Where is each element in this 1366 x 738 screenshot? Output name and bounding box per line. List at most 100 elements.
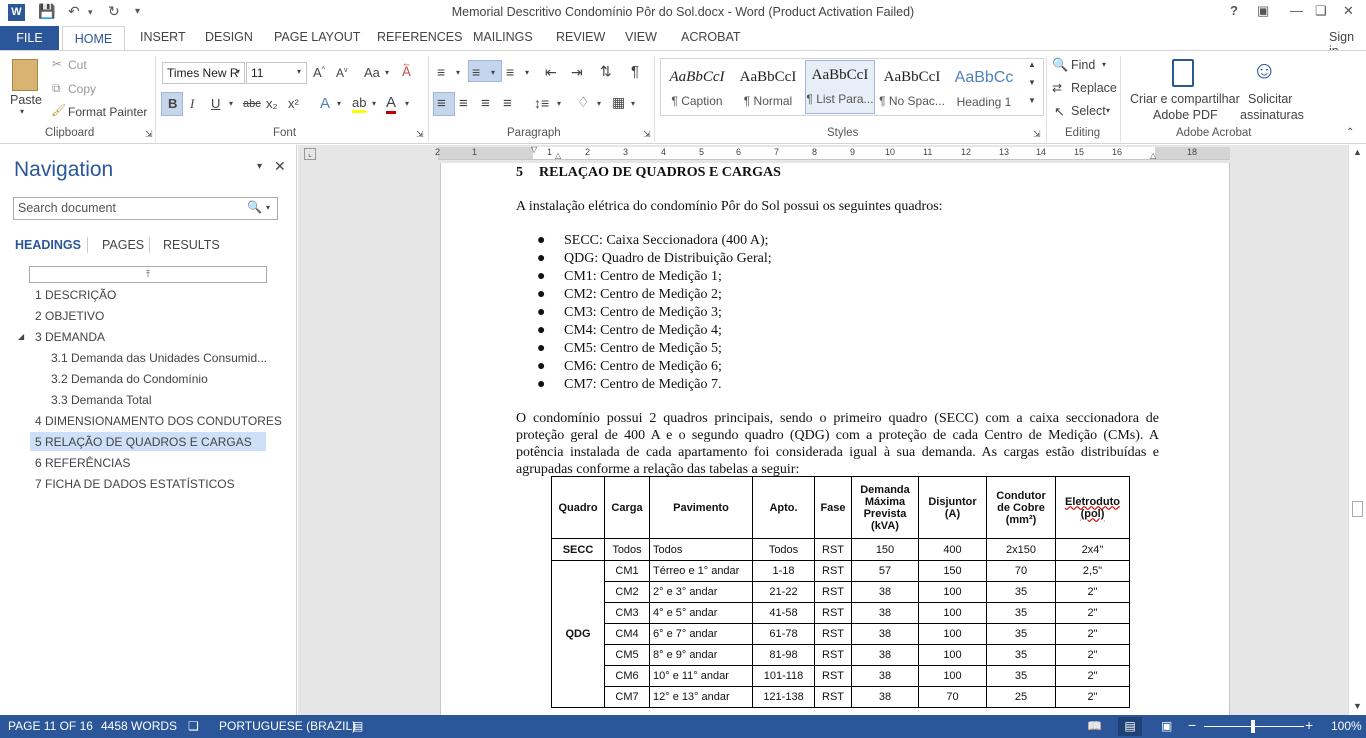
heading-item[interactable]: 3.3 Demanda Total: [51, 393, 152, 407]
first-line-indent-marker[interactable]: ▽: [531, 145, 537, 154]
strikethrough-button[interactable]: abc: [243, 98, 261, 110]
heading-item-selected[interactable]: 5 RELAÇÃO DE QUADROS E CARGAS: [35, 435, 252, 449]
increase-indent-icon[interactable]: ⇥: [571, 64, 583, 81]
text-effects-icon[interactable]: A: [320, 95, 330, 112]
style-normal[interactable]: AaBbCcI ¶ Normal: [733, 63, 803, 113]
styles-scroll-down-icon[interactable]: ▼: [1028, 78, 1036, 87]
show-formatting-button[interactable]: ¶: [631, 63, 639, 80]
proofing-icon[interactable]: ❏: [188, 719, 199, 733]
paste-button[interactable]: Paste: [10, 93, 42, 107]
zoom-in-button[interactable]: +: [1305, 717, 1313, 733]
line-spacing-icon[interactable]: ↕≡: [534, 95, 549, 111]
font-color-dropdown-icon[interactable]: ▾: [405, 99, 409, 108]
subscript-button[interactable]: x₂: [266, 96, 278, 111]
line-spacing-dropdown-icon[interactable]: ▾: [557, 99, 561, 108]
tab-results[interactable]: RESULTS: [163, 238, 220, 252]
format-painter-icon[interactable]: 🖌: [51, 103, 66, 117]
heading-item[interactable]: 3 DEMANDA: [35, 330, 105, 344]
heading-item[interactable]: 6 REFERÊNCIAS: [35, 456, 130, 470]
minimize-button[interactable]: —: [1290, 3, 1303, 18]
find-dropdown-icon[interactable]: ▾: [1102, 60, 1106, 69]
justify-icon[interactable]: ≡: [503, 95, 512, 112]
numbering-icon[interactable]: ≡: [472, 64, 480, 80]
text-effects-dropdown-icon[interactable]: ▾: [337, 99, 341, 108]
change-case-dropdown-icon[interactable]: ▾: [385, 68, 389, 77]
decrease-indent-icon[interactable]: ⇤: [545, 64, 557, 81]
tab-headings[interactable]: HEADINGS: [15, 238, 81, 252]
nav-close-icon[interactable]: ✕: [274, 158, 286, 175]
cut-button[interactable]: Cut: [68, 58, 87, 72]
tab-file[interactable]: FILE: [0, 26, 59, 50]
scroll-to-top-button[interactable]: ⤒: [29, 266, 267, 283]
document-page[interactable]: 5 RELAÇAO DE QUADROS E CARGAS A instalaç…: [440, 163, 1230, 715]
styles-scroll-up-icon[interactable]: ▲: [1028, 60, 1036, 69]
borders-dropdown-icon[interactable]: ▾: [631, 99, 635, 108]
style-heading-1[interactable]: AaBbCc Heading 1: [949, 63, 1019, 113]
multilevel-list-icon[interactable]: ≡: [506, 64, 514, 80]
collapse-ribbon-icon[interactable]: ⌃: [1346, 127, 1354, 138]
request-signatures-icon[interactable]: ☺: [1252, 57, 1277, 85]
web-layout-icon[interactable]: ▣: [1161, 719, 1172, 733]
help-button[interactable]: ?: [1230, 3, 1238, 18]
horizontal-ruler[interactable]: 2 1 1 2 3 4 5 6 7 8 9 10 11 12 13 14 15 …: [435, 145, 1230, 160]
heading-item[interactable]: 3.2 Demanda do Condomínio: [51, 372, 208, 386]
find-icon[interactable]: 🔍: [1052, 57, 1068, 73]
tab-mailings[interactable]: MAILINGS: [473, 30, 533, 44]
numbering-dropdown-icon[interactable]: ▾: [491, 68, 495, 77]
grow-font-icon[interactable]: A^: [313, 65, 325, 80]
heading-item[interactable]: 7 FICHA DE DADOS ESTATÍSTICOS: [35, 477, 235, 491]
macro-record-icon[interactable]: ▤: [352, 719, 363, 733]
underline-button[interactable]: U: [211, 96, 220, 111]
scroll-up-icon[interactable]: ▲: [1353, 147, 1362, 157]
paste-icon[interactable]: [12, 59, 38, 91]
scroll-down-icon[interactable]: ▼: [1353, 701, 1362, 711]
zoom-out-button[interactable]: −: [1188, 717, 1196, 733]
shading-dropdown-icon[interactable]: ▾: [597, 99, 601, 108]
heading-item[interactable]: 3.1 Demanda das Unidades Consumid...: [51, 351, 267, 365]
request-signatures-button[interactable]: Solicitar: [1248, 92, 1292, 106]
hanging-indent-marker[interactable]: △: [555, 151, 561, 160]
underline-dropdown-icon[interactable]: ▾: [229, 99, 233, 108]
zoom-level[interactable]: 100%: [1331, 719, 1362, 733]
paragraph-launcher-icon[interactable]: ⇲: [643, 129, 651, 140]
bullets-icon[interactable]: ≡: [437, 64, 445, 80]
highlight-icon[interactable]: ab: [352, 95, 367, 113]
print-layout-icon[interactable]: ▤: [1118, 717, 1142, 736]
font-family-select[interactable]: Times New R: [162, 62, 245, 84]
zoom-slider-thumb[interactable]: [1251, 720, 1255, 733]
shading-icon[interactable]: ♢: [577, 94, 590, 111]
find-button[interactable]: Find: [1071, 58, 1095, 72]
nav-options-icon[interactable]: ▾: [257, 161, 262, 172]
styles-launcher-icon[interactable]: ⇲: [1033, 129, 1041, 140]
italic-button[interactable]: I: [190, 96, 194, 112]
font-launcher-icon[interactable]: ⇲: [416, 129, 424, 140]
tab-references[interactable]: REFERENCES: [377, 30, 462, 44]
style-list-paragraph[interactable]: AaBbCcI ¶ List Para...: [805, 60, 875, 114]
heading-item[interactable]: 2 OBJETIVO: [35, 309, 104, 323]
ruler-toggle-icon[interactable]: ⌞: [304, 148, 316, 160]
language-indicator[interactable]: PORTUGUESE (BRAZIL): [219, 719, 356, 733]
copy-icon[interactable]: ⧉: [52, 81, 61, 96]
styles-more-icon[interactable]: ▼: [1028, 96, 1036, 105]
tab-insert[interactable]: INSERT: [140, 30, 186, 44]
format-painter-button[interactable]: Format Painter: [68, 105, 147, 119]
style-no-spacing[interactable]: AaBbCcI ¶ No Spac...: [877, 63, 947, 113]
font-family-dropdown-icon[interactable]: ▾: [236, 67, 240, 76]
search-dropdown-icon[interactable]: ▾: [266, 203, 270, 212]
heading-item[interactable]: 1 DESCRIÇÃO: [35, 288, 116, 302]
tab-home[interactable]: HOME: [62, 26, 125, 51]
tab-design[interactable]: DESIGN: [205, 30, 253, 44]
font-size-dropdown-icon[interactable]: ▾: [297, 67, 301, 76]
tab-pages[interactable]: PAGES: [102, 238, 144, 252]
tab-review[interactable]: REVIEW: [556, 30, 605, 44]
multilevel-dropdown-icon[interactable]: ▾: [525, 68, 529, 77]
shrink-font-icon[interactable]: Av: [336, 66, 348, 80]
change-case-button[interactable]: Aa: [364, 65, 380, 80]
scroll-thumb[interactable]: [1352, 501, 1363, 517]
tab-view[interactable]: VIEW: [625, 30, 657, 44]
vertical-scrollbar[interactable]: ▲ ▼: [1348, 145, 1366, 715]
sort-icon[interactable]: ⇅: [600, 63, 612, 80]
clear-formatting-icon[interactable]: A⃐: [402, 64, 411, 80]
replace-button[interactable]: Replace: [1071, 81, 1117, 95]
highlight-dropdown-icon[interactable]: ▾: [372, 99, 376, 108]
